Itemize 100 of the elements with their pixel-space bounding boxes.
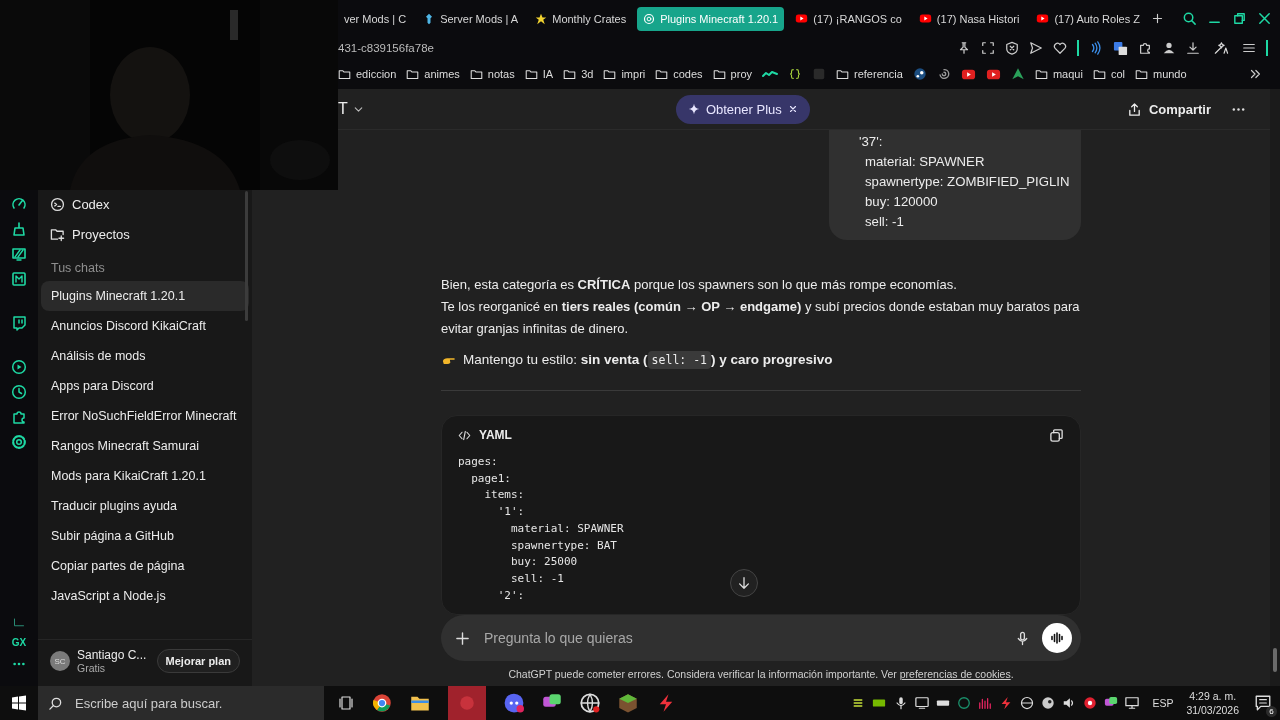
- browser-tab[interactable]: ver Mods | C: [338, 6, 413, 31]
- chat-item[interactable]: JavaScript a Node.js: [41, 581, 249, 611]
- composer-bar[interactable]: Pregunta lo que quieras: [441, 615, 1081, 661]
- code-language: YAML: [479, 428, 512, 442]
- shield-x-icon[interactable]: [1005, 41, 1019, 55]
- notification-icon[interactable]: [1254, 694, 1272, 712]
- scrollbar[interactable]: [1270, 89, 1280, 686]
- microphone-icon[interactable]: [1015, 630, 1030, 646]
- download-icon[interactable]: [1186, 41, 1200, 55]
- taskbar-search-field[interactable]: Escribe aquí para buscar.: [73, 694, 324, 712]
- browser-tab[interactable]: Monthly Crates: [529, 6, 633, 31]
- clock-icon[interactable]: [11, 384, 27, 400]
- restore-icon[interactable]: [1232, 11, 1247, 26]
- browser-tab[interactable]: Server Mods | A: [417, 6, 525, 31]
- chevrons-icon[interactable]: [1248, 67, 1262, 81]
- chat-item[interactable]: Plugins Minecraft 1.20.1: [41, 281, 249, 311]
- folder-icon: [563, 67, 577, 81]
- cookies-link[interactable]: preferencias de cookies: [899, 668, 1011, 680]
- code-line: buy: 25000: [509, 554, 578, 571]
- bookmark-folder[interactable]: referencia: [836, 67, 903, 81]
- steam-icon[interactable]: [912, 67, 927, 81]
- gx-label[interactable]: GX: [11, 637, 27, 648]
- new-tab-icon[interactable]: [1151, 12, 1164, 25]
- language-indicator[interactable]: ESP: [1152, 697, 1174, 709]
- plus-icon[interactable]: [455, 630, 470, 646]
- close-icon[interactable]: [1257, 11, 1272, 26]
- bookmark-folder[interactable]: 3d: [563, 67, 594, 81]
- translate-icon[interactable]: [1113, 40, 1128, 56]
- model-title[interactable]: T: [338, 100, 348, 118]
- taskbar-search-box[interactable]: Escribe aquí para buscar.: [38, 686, 324, 720]
- folder-icon: [836, 67, 849, 81]
- chat-item[interactable]: Copiar partes de página: [41, 551, 249, 581]
- code-line: material: SPAWNER: [509, 520, 624, 537]
- pin-icon[interactable]: [957, 41, 971, 55]
- monitor-icon[interactable]: [1125, 696, 1140, 710]
- browser-icon[interactable]: [372, 693, 392, 713]
- bookmark-folder[interactable]: ediccion: [338, 67, 397, 81]
- bookmark-folder[interactable]: mundo: [1134, 67, 1187, 81]
- puzzle-icon[interactable]: [11, 409, 27, 425]
- sidebar-nav-item[interactable]: Codex: [38, 189, 252, 219]
- address-field[interactable]: 431-c839156fa78e: [338, 42, 957, 54]
- menu-icon[interactable]: [1242, 41, 1256, 55]
- voice-button[interactable]: [1042, 623, 1072, 653]
- chat-item[interactable]: Análisis de mods: [41, 341, 249, 371]
- grass-block-icon[interactable]: [618, 693, 638, 713]
- broom-icon[interactable]: [11, 221, 27, 237]
- share-button[interactable]: Compartir: [1120, 100, 1217, 118]
- bookmark-folder[interactable]: maqui: [1034, 67, 1083, 81]
- chat-item[interactable]: Error NoSuchFieldError Minecraft: [41, 401, 249, 431]
- user-icon[interactable]: [1162, 41, 1176, 55]
- bookmark-folder[interactable]: notas: [469, 67, 515, 81]
- settings-icon[interactable]: [11, 434, 27, 450]
- browser-tab[interactable]: (17) Nasa Histori: [912, 6, 1026, 31]
- sidebar-nav-item[interactable]: Proyectos: [38, 219, 252, 249]
- bookmark-folder[interactable]: animes: [406, 67, 460, 81]
- task-view-icon[interactable]: [338, 695, 354, 711]
- chat-item[interactable]: Subir página a GitHub: [41, 521, 249, 551]
- wifi-icon[interactable]: [1089, 41, 1103, 55]
- discord-icon[interactable]: [504, 693, 524, 713]
- send-icon[interactable]: [1029, 41, 1043, 55]
- circle-icon[interactable]: [957, 696, 972, 710]
- copy-icon[interactable]: [1049, 427, 1064, 443]
- search-icon: [48, 695, 63, 711]
- stripes-icon[interactable]: [11, 246, 27, 262]
- swirl-icon[interactable]: [936, 67, 951, 81]
- prompt-field[interactable]: Pregunta lo que quieras: [482, 629, 1003, 647]
- user-plan: Gratis: [77, 662, 106, 674]
- steam-icon[interactable]: [1041, 696, 1056, 710]
- m-square-icon[interactable]: [11, 271, 27, 287]
- triangle-icon[interactable]: [1010, 67, 1025, 81]
- chat-item[interactable]: Rangos Minecraft Samurai: [41, 431, 249, 461]
- browser-tab[interactable]: (17) ¡RANGOS co: [789, 6, 908, 31]
- bookmark-folder[interactable]: proy: [712, 67, 752, 81]
- bookmark-folder[interactable]: col: [1092, 67, 1125, 81]
- puzzle-icon[interactable]: [1138, 41, 1152, 55]
- video-icon: [795, 12, 809, 25]
- chat-item[interactable]: Traducir plugins ayuda: [41, 491, 249, 521]
- monitor-icon[interactable]: [915, 696, 930, 710]
- twitch-icon[interactable]: [11, 315, 27, 331]
- bookmark-folder[interactable]: IA: [524, 67, 554, 81]
- record-icon[interactable]: [1083, 696, 1098, 710]
- close-icon[interactable]: [787, 104, 798, 114]
- gauge-icon[interactable]: [11, 196, 27, 212]
- clock[interactable]: 4:29 a. m. 31/03/2026: [1186, 689, 1239, 717]
- play-circle-icon[interactable]: [11, 359, 27, 375]
- audio-bars-icon[interactable]: [978, 696, 993, 710]
- get-plus-button[interactable]: Obtener Plus: [675, 94, 810, 124]
- chat-item[interactable]: Apps para Discord: [41, 371, 249, 401]
- braces-icon[interactable]: [788, 67, 802, 81]
- bookmark-folder[interactable]: codes: [655, 67, 703, 81]
- heart-icon[interactable]: [1053, 41, 1067, 55]
- chat-item[interactable]: Anuncios Discord KikaiCraft: [41, 311, 249, 341]
- bookmark-folder[interactable]: impri: [603, 67, 646, 81]
- chat-item[interactable]: Mods para KikaiCraft 1.20.1: [41, 461, 249, 491]
- upgrade-button[interactable]: Mejorar plan: [156, 649, 240, 673]
- scrollbar[interactable]: [245, 191, 248, 321]
- screenshot-icon[interactable]: [981, 41, 995, 55]
- windows-icon[interactable]: [11, 695, 27, 711]
- search-icon[interactable]: [1182, 11, 1197, 26]
- browser-tab[interactable]: (17) Auto Roles Z: [1030, 6, 1146, 31]
